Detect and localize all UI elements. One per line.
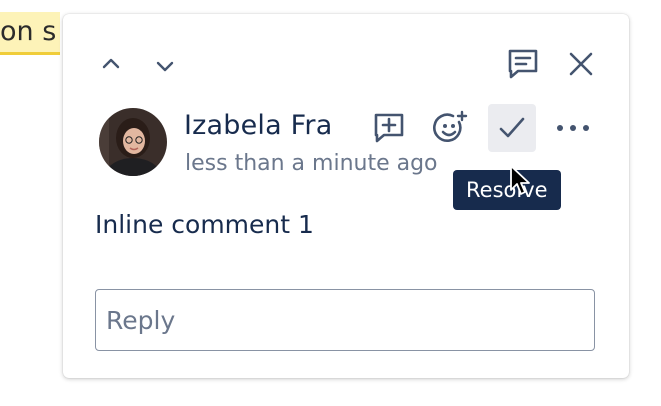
comment-add-icon	[374, 113, 404, 143]
resolve-button[interactable]	[488, 104, 536, 152]
avatar[interactable]	[99, 108, 167, 176]
add-reaction-button[interactable]	[429, 108, 471, 148]
comment-lines-icon	[508, 49, 538, 79]
add-inline-comment-button[interactable]	[369, 108, 409, 148]
chevron-down-icon	[156, 61, 174, 72]
reply-input[interactable]	[95, 289, 595, 351]
more-actions-button[interactable]	[551, 108, 595, 148]
checkmark-icon	[499, 117, 525, 138]
highlighted-text[interactable]: on s	[0, 12, 61, 55]
close-button[interactable]	[561, 44, 601, 84]
emoji-add-icon	[433, 110, 468, 142]
comment-panel: Izabela Fra less than a minute ago Resol…	[63, 14, 629, 378]
more-horizontal-icon	[557, 125, 589, 131]
resolve-tooltip: Resolve	[453, 170, 561, 210]
mouse-pointer-icon	[510, 165, 530, 195]
comment-text: Inline comment 1	[95, 210, 314, 239]
comment-timestamp: less than a minute ago	[185, 151, 438, 176]
author-name[interactable]: Izabela Fra	[184, 110, 332, 141]
previous-comment-button[interactable]	[93, 46, 129, 82]
view-all-comments-button[interactable]	[503, 44, 543, 84]
chevron-up-icon	[102, 58, 120, 69]
next-comment-button[interactable]	[147, 48, 183, 84]
user-photo	[99, 108, 167, 176]
close-icon	[569, 52, 593, 76]
